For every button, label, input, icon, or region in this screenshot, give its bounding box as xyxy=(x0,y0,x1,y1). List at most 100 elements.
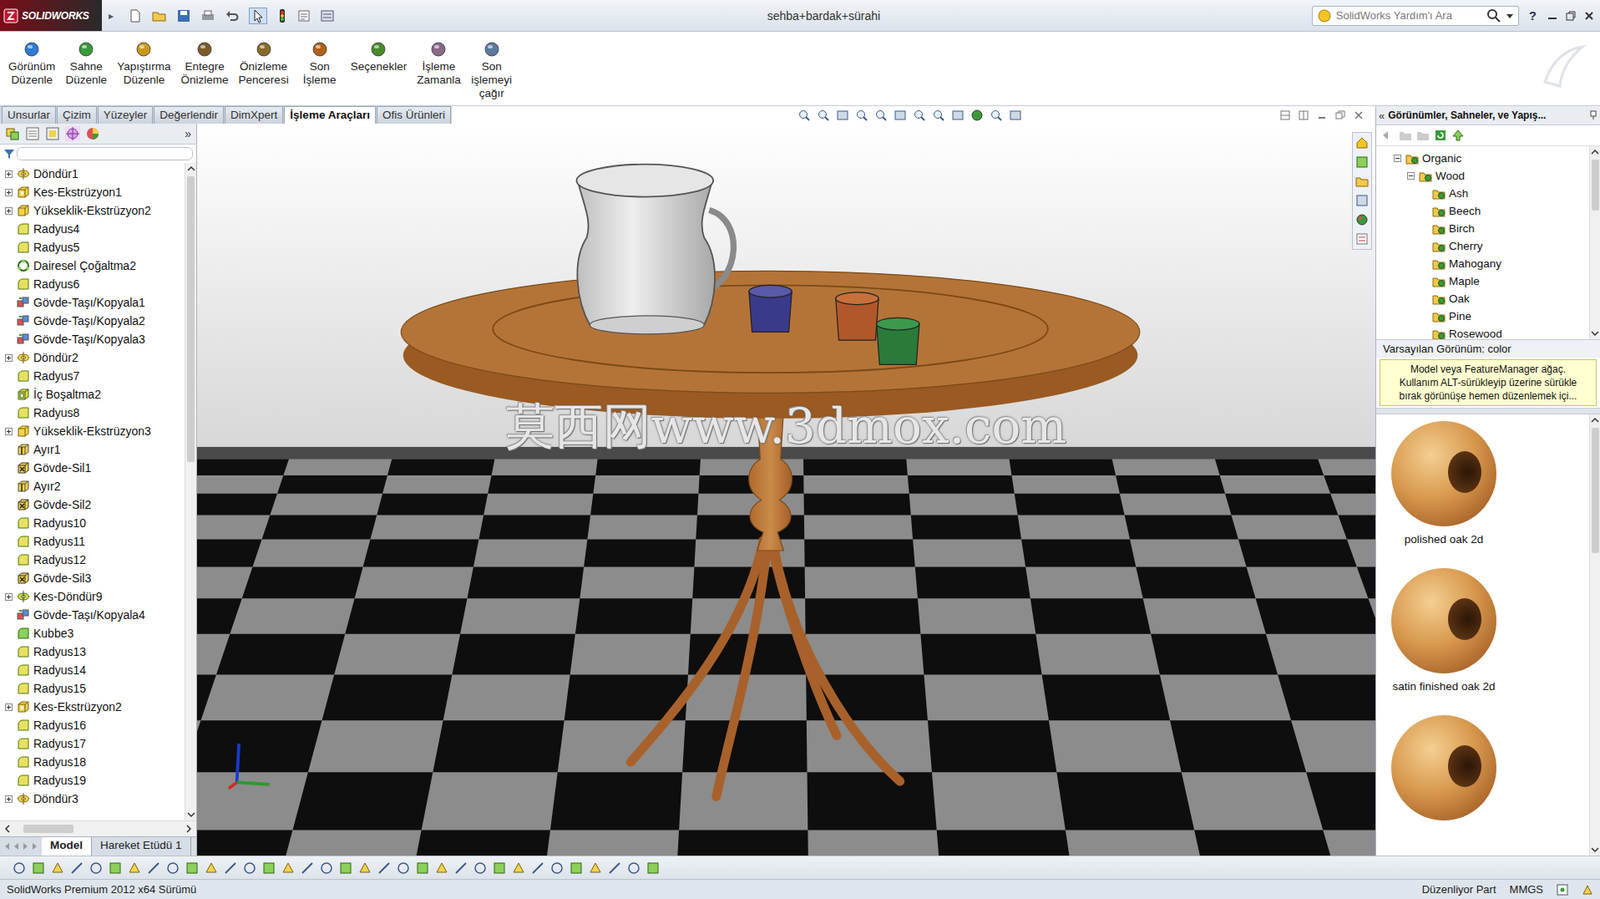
command-tab[interactable]: Yüzeyler xyxy=(97,106,154,124)
folder-icon[interactable] xyxy=(1398,129,1413,142)
sketch-tool-icon[interactable] xyxy=(453,860,469,876)
sketch-tool-icon[interactable] xyxy=(626,860,642,876)
appearance-tree-item[interactable]: Cherry xyxy=(1376,237,1590,255)
bottom-tab[interactable]: Model xyxy=(41,836,92,856)
view-tool-icon[interactable] xyxy=(931,108,946,122)
view-tool-icon[interactable] xyxy=(797,108,811,122)
horizontal-scrollbar[interactable] xyxy=(0,820,197,836)
feature-tree-item[interactable]: Radyus11 xyxy=(0,531,185,551)
command-tab[interactable]: Unsurlar xyxy=(1,106,56,124)
command-tab[interactable]: Ofis Ürünleri xyxy=(376,106,451,124)
viewport-restore-icon[interactable] xyxy=(1335,110,1346,121)
feature-tree-item[interactable]: Gövde-Taşı/Kopyala4 xyxy=(0,605,185,624)
feature-tree-item[interactable]: Ayır1 xyxy=(0,440,185,459)
status-help-icon[interactable] xyxy=(1556,883,1569,896)
rebuild-icon[interactable] xyxy=(277,8,288,24)
scroll-up-icon[interactable] xyxy=(1590,415,1600,425)
sketch-tool-icon[interactable] xyxy=(395,860,411,876)
restore-icon[interactable] xyxy=(1564,10,1577,22)
sketch-tool-icon[interactable] xyxy=(415,860,431,876)
expand-toggle[interactable] xyxy=(4,206,14,216)
command-tab[interactable]: İşleme Araçları xyxy=(283,106,376,124)
sketch-tool-icon[interactable] xyxy=(126,860,142,876)
appearance-tree-item[interactable]: Mahogany xyxy=(1376,254,1590,273)
scroll-up-icon[interactable] xyxy=(187,164,196,173)
feature-tree-item[interactable]: Kes-Ekstrüzyon1 xyxy=(0,182,185,202)
expand-toggle[interactable] xyxy=(4,353,14,363)
file-properties-icon[interactable] xyxy=(297,9,311,23)
view-tool-icon[interactable] xyxy=(970,108,984,122)
sketch-tool-icon[interactable] xyxy=(88,860,104,876)
appearance-tree-item[interactable]: Oak xyxy=(1376,289,1590,308)
feature-tree-item[interactable]: Radyus14 xyxy=(0,660,185,679)
glass-blue[interactable] xyxy=(749,284,792,332)
save-icon[interactable] xyxy=(177,9,191,23)
sketch-tool-icon[interactable] xyxy=(607,860,623,876)
sketch-tool-icon[interactable] xyxy=(222,860,238,876)
sketch-tool-icon[interactable] xyxy=(587,860,603,876)
collapse-box-icon[interactable] xyxy=(1393,154,1402,163)
pane-splitter[interactable] xyxy=(1376,407,1600,415)
sketch-tool-icon[interactable] xyxy=(568,860,584,876)
appearance-tree-item[interactable]: Wood xyxy=(1376,167,1590,185)
feature-tree-item[interactable]: Yükseklik-Ekstrüzyon3 xyxy=(0,421,185,441)
appearance-tree-item[interactable]: Birch xyxy=(1376,219,1590,238)
unit-system[interactable]: MMGS xyxy=(1509,882,1544,896)
sketch-tool-icon[interactable] xyxy=(511,860,527,876)
sketch-tool-icon[interactable] xyxy=(376,860,392,876)
feature-tree-item[interactable]: Radyus5 xyxy=(0,237,185,257)
feature-tree-item[interactable]: Gövde-Sil3 xyxy=(0,568,185,588)
feature-tree-item[interactable]: Radyus10 xyxy=(0,513,185,532)
sketch-tool-icon[interactable] xyxy=(530,860,546,876)
new-document-icon[interactable] xyxy=(128,9,142,23)
custom-properties-icon[interactable] xyxy=(1355,232,1369,246)
feature-tree-icon[interactable] xyxy=(5,126,21,142)
feature-tree-item[interactable]: Gövde-Taşı/Kopyala1 xyxy=(0,293,185,312)
help-button[interactable]: ? xyxy=(1525,8,1540,23)
pitcher[interactable] xyxy=(576,164,734,335)
undo-icon[interactable] xyxy=(225,9,239,23)
appearance-tree-item[interactable]: Maple xyxy=(1376,272,1590,290)
open-folder-icon[interactable] xyxy=(151,9,168,23)
feature-tree-item[interactable]: Döndür3 xyxy=(0,789,185,808)
model-scene[interactable] xyxy=(197,123,1376,856)
appearance-tree-item[interactable]: Ash xyxy=(1376,184,1590,203)
sketch-tool-icon[interactable] xyxy=(261,860,277,876)
design-library-icon[interactable] xyxy=(1355,155,1369,169)
tab-nav-arrow-icon[interactable] xyxy=(21,841,30,851)
feature-tree-item[interactable]: Radyus7 xyxy=(0,366,185,385)
feature-tree-item[interactable]: Radyus17 xyxy=(0,734,185,753)
dimxpert-icon[interactable] xyxy=(65,126,81,142)
sketch-tool-icon[interactable] xyxy=(146,860,162,876)
glass-green[interactable] xyxy=(876,317,920,365)
sketch-tool-icon[interactable] xyxy=(491,860,507,876)
feature-tree-item[interactable]: Radyus6 xyxy=(0,274,185,294)
appearance-tree-item[interactable]: Beech xyxy=(1376,202,1590,220)
sketch-tool-icon[interactable] xyxy=(299,860,315,876)
tree-filter[interactable] xyxy=(0,144,197,163)
scroll-down-icon[interactable] xyxy=(1590,329,1600,338)
feature-tree-item[interactable]: Ayır2 xyxy=(0,476,185,496)
table-base[interactable] xyxy=(630,540,901,797)
view-tool-icon[interactable] xyxy=(835,108,850,122)
expand-toggle[interactable] xyxy=(4,169,14,179)
sketch-tool-icon[interactable] xyxy=(242,860,258,876)
sketch-tool-icon[interactable] xyxy=(50,860,66,876)
sketch-tool-icon[interactable] xyxy=(472,860,488,876)
minimize-icon[interactable] xyxy=(1546,10,1559,22)
command-tab[interactable]: DimXpert xyxy=(224,106,284,124)
view-tool-icon[interactable] xyxy=(893,108,907,122)
collapse-box-icon[interactable] xyxy=(1407,172,1415,180)
print-icon[interactable] xyxy=(200,9,216,23)
pin-icon[interactable] xyxy=(1589,110,1598,121)
appearance-tree-scrollbar[interactable] xyxy=(1589,146,1600,340)
collapse-button[interactable]: « xyxy=(1378,109,1385,122)
view-palette-icon[interactable] xyxy=(1355,193,1369,208)
configuration-manager-icon[interactable] xyxy=(45,126,61,142)
tab-nav-arrow-icon[interactable] xyxy=(3,841,11,851)
sketch-tool-icon[interactable] xyxy=(165,860,181,876)
scroll-down-icon[interactable] xyxy=(187,810,196,819)
scroll-up-icon[interactable] xyxy=(1590,147,1600,157)
ribbon-button[interactable]: Sonişlemeyiçağır xyxy=(465,40,518,101)
up-level-icon[interactable] xyxy=(1451,129,1465,142)
